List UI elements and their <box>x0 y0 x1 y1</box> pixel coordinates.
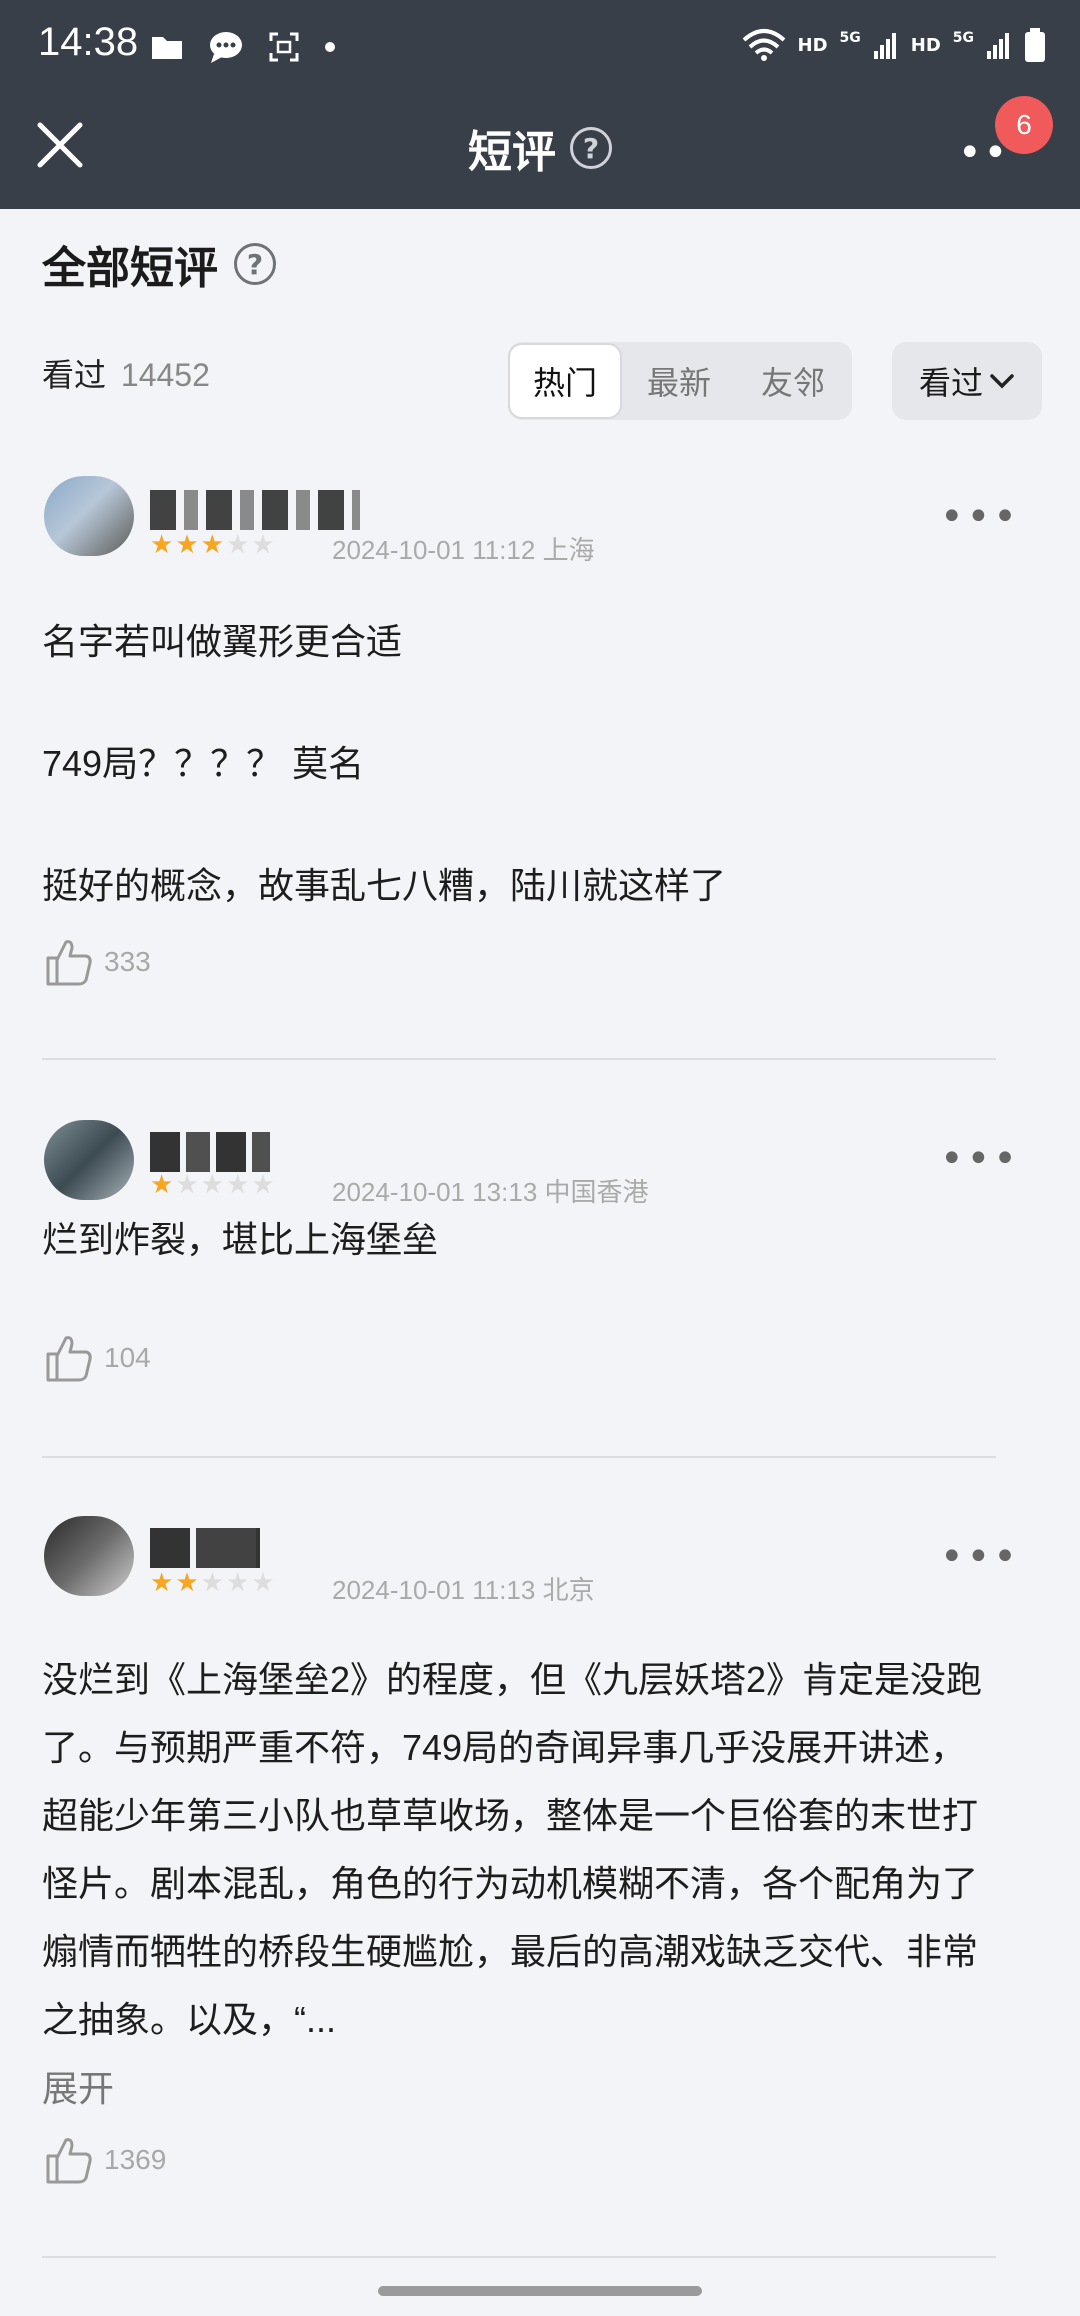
help-icon[interactable]: ? <box>570 127 612 169</box>
star-icon: ★ <box>225 1170 250 1200</box>
chevron-down-icon <box>990 374 1014 389</box>
review-content[interactable]: 名字若叫做翼形更合适 749局？？？？ 莫名 挺好的概念，故事乱七八糟，陆川就这… <box>42 608 1002 920</box>
like-count: 104 <box>104 1342 151 1373</box>
folder-icon <box>152 37 182 59</box>
wifi-icon <box>742 29 785 61</box>
star-icon: ★ <box>175 530 199 560</box>
sort-tabs: 热门 最新 友邻 <box>508 342 852 420</box>
star-icon: ★ <box>225 1568 250 1598</box>
screenshot-icon <box>269 32 299 62</box>
star-icon: ★ <box>251 1568 275 1598</box>
message-icon <box>210 32 242 63</box>
net1-gen-label: 5G <box>839 30 861 46</box>
status-time: 14:38 <box>38 20 139 64</box>
like-button[interactable]: 104 <box>44 1334 151 1382</box>
username-redacted[interactable] <box>150 1528 260 1568</box>
status-bar: 14:38 HD 5G HD 5G <box>0 0 1080 90</box>
avatar[interactable] <box>44 476 134 556</box>
tab-friends[interactable]: 友邻 <box>736 343 850 419</box>
filter-label: 看过 <box>918 365 983 401</box>
section-header: 全部短评 ? <box>42 232 276 296</box>
like-count: 1369 <box>104 2144 167 2175</box>
avatar[interactable] <box>44 1120 134 1200</box>
dot-icon <box>325 42 335 52</box>
username-redacted[interactable] <box>150 1132 270 1172</box>
thumbs-up-icon <box>46 940 92 986</box>
tab-hot[interactable]: 热门 <box>508 343 622 419</box>
like-button[interactable]: 333 <box>44 938 151 986</box>
signal-icon-2 <box>987 33 1009 59</box>
tab-latest[interactable]: 最新 <box>622 343 736 419</box>
star-icon: ★ <box>200 1170 224 1200</box>
header: 短评 ? •• 6 <box>0 90 1080 209</box>
divider <box>42 2256 996 2258</box>
star-icon: ★ <box>150 530 174 560</box>
divider <box>42 1058 996 1060</box>
home-indicator[interactable] <box>378 2286 702 2296</box>
seen-count: 看过 14452 <box>42 350 210 396</box>
review-text: 没烂到《上海堡垒2》的程度，但《九层妖塔2》肯定是没跑了。与预期严重不符，749… <box>42 1659 983 2040</box>
review-meta: 2024-10-01 11:12 上海 <box>332 535 595 565</box>
status-right-icons: HD 5G HD 5G <box>742 28 1047 62</box>
expand-link[interactable]: 展开 <box>42 2060 114 2112</box>
review-content[interactable]: 没烂到《上海堡垒2》的程度，但《九层妖塔2》肯定是没跑了。与预期严重不符，749… <box>42 1646 1002 2054</box>
review-meta: 2024-10-01 13:13 中国香港 <box>332 1177 649 1207</box>
star-icon: ★ <box>150 1170 174 1200</box>
top-bar: 14:38 HD 5G HD 5G 短评 ? •• 6 <box>0 0 1080 209</box>
like-count: 333 <box>104 946 151 977</box>
rating-stars: ★ ★ ★ ★ ★ <box>150 1170 275 1200</box>
avatar[interactable] <box>44 1516 134 1596</box>
star-icon: ★ <box>175 1170 199 1200</box>
seen-number: 14452 <box>120 357 210 393</box>
section-title: 全部短评 <box>42 244 218 293</box>
seen-label: 看过 <box>42 357 107 393</box>
star-icon: ★ <box>150 1568 174 1598</box>
section-help-icon[interactable]: ? <box>234 243 276 285</box>
net2-label: HD <box>910 34 941 56</box>
star-icon: ★ <box>251 530 275 560</box>
more-options-icon[interactable]: ••• <box>940 494 1020 540</box>
net2-gen-label: 5G <box>952 30 974 46</box>
rating-stars: ★ ★ ★ ★ ★ <box>150 530 275 560</box>
review-paragraph: 749局？？？？ 莫名 <box>42 743 365 784</box>
star-icon: ★ <box>225 530 250 560</box>
thumbs-up-icon <box>46 1336 92 1382</box>
notification-badge: 6 <box>995 96 1053 154</box>
review-paragraph: 名字若叫做翼形更合适 <box>42 621 403 662</box>
status-left-icons <box>150 30 336 64</box>
net1-label: HD <box>797 34 828 56</box>
divider <box>42 1456 996 1458</box>
review-meta: 2024-10-01 11:13 北京 <box>332 1575 595 1605</box>
page-title: 短评 <box>468 128 556 177</box>
review-content[interactable]: 烂到炸裂，堪比上海堡垒 <box>42 1206 1002 1274</box>
star-icon: ★ <box>200 530 224 560</box>
rating-stars: ★ ★ ★ ★ ★ <box>150 1568 275 1598</box>
header-title-group: 短评 ? <box>0 116 1080 180</box>
review-paragraph: 挺好的概念，故事乱七八糟，陆川就这样了 <box>42 865 727 906</box>
star-icon: ★ <box>175 1568 199 1598</box>
star-icon: ★ <box>200 1568 224 1598</box>
signal-icon <box>873 33 896 59</box>
username-redacted[interactable] <box>150 490 360 530</box>
like-button[interactable]: 1369 <box>44 2136 166 2184</box>
review-paragraph: 烂到炸裂，堪比上海堡垒 <box>42 1219 439 1260</box>
star-icon: ★ <box>251 1170 275 1200</box>
thumbs-up-icon <box>46 2138 92 2184</box>
more-options-icon[interactable]: ••• <box>940 1534 1020 1580</box>
more-options-icon[interactable]: ••• <box>940 1136 1020 1182</box>
filter-dropdown[interactable]: 看过 <box>892 342 1042 420</box>
battery-icon <box>1025 28 1045 62</box>
